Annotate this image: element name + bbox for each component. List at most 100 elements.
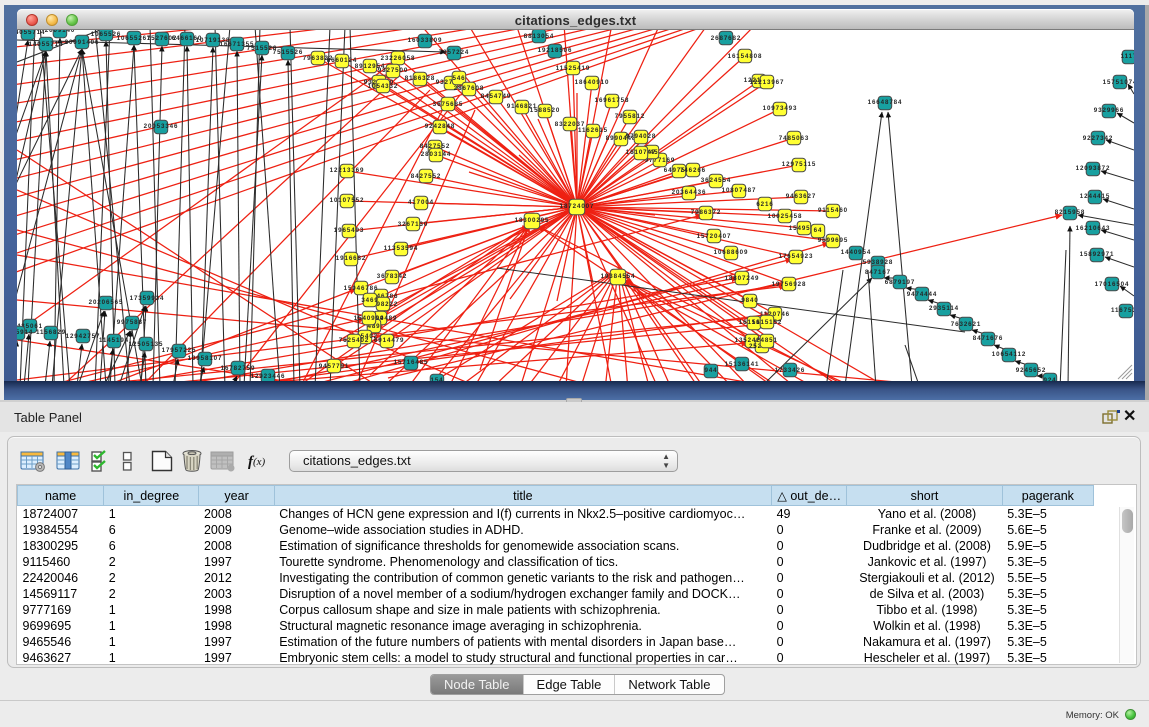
svg-text:417004: 417004 — [408, 199, 434, 206]
svg-text:8471676: 8471676 — [973, 335, 1003, 342]
svg-text:6879197: 6879197 — [885, 279, 915, 286]
svg-text:14055714: 14055714 — [29, 41, 64, 48]
svg-text:1244415: 1244415 — [1080, 193, 1110, 200]
svg-text:9245652: 9245652 — [1016, 367, 1046, 374]
svg-text:16154808: 16154808 — [728, 53, 763, 60]
svg-text:15136141: 15136141 — [725, 361, 760, 368]
svg-text:8660124: 8660124 — [327, 57, 357, 64]
svg-text:14055714: 14055714 — [17, 30, 45, 36]
svg-text:17016504: 17016504 — [1095, 281, 1130, 288]
svg-text:20091406: 20091406 — [65, 39, 100, 46]
svg-text:2803144: 2803144 — [421, 151, 451, 158]
svg-text:8215958: 8215958 — [1055, 209, 1085, 216]
svg-text:9474444: 9474444 — [907, 291, 937, 298]
svg-text:11353594: 11353594 — [384, 245, 418, 252]
svg-text:10688609: 10688609 — [714, 249, 749, 256]
svg-text:20364436: 20364436 — [672, 189, 707, 196]
svg-text:8186328: 8186328 — [405, 75, 435, 82]
svg-text:1167534: 1167534 — [1111, 307, 1134, 314]
svg-text:12505135: 12505135 — [129, 341, 164, 348]
svg-text:19756928: 19756928 — [772, 281, 807, 288]
svg-text:20053346: 20053346 — [144, 123, 179, 130]
svg-text:1916682: 1916682 — [336, 255, 366, 262]
svg-text:9227342: 9227342 — [1083, 135, 1113, 142]
svg-text:2935114: 2935114 — [929, 305, 959, 312]
svg-text:9699695: 9699695 — [818, 237, 848, 244]
svg-text:2687682: 2687682 — [711, 35, 741, 42]
svg-text:10025458: 10025458 — [768, 213, 803, 220]
svg-text:8427552: 8427552 — [411, 173, 441, 180]
svg-text:1145194: 1145194 — [99, 337, 129, 344]
svg-text:1162615: 1162615 — [578, 127, 608, 134]
svg-text:15046786: 15046786 — [344, 285, 379, 292]
svg-text:16961758: 16961758 — [595, 97, 630, 104]
svg-text:12213967: 12213967 — [750, 79, 785, 86]
svg-text:1965493: 1965493 — [334, 227, 364, 234]
svg-text:2867608: 2867608 — [454, 85, 484, 92]
svg-text:6216: 6216 — [756, 201, 773, 208]
svg-text:3915914: 3915914 — [17, 329, 33, 336]
svg-text:15716485: 15716485 — [394, 359, 429, 366]
svg-text:12093872: 12093872 — [1076, 165, 1111, 172]
svg-text:3675685: 3675685 — [433, 101, 463, 108]
svg-text:9463627: 9463627 — [786, 193, 816, 200]
svg-text:10973493: 10973493 — [763, 105, 798, 112]
svg-text:16648784: 16648784 — [868, 99, 903, 106]
svg-text:3624554: 3624554 — [701, 177, 731, 184]
svg-text:16782759: 16782759 — [221, 365, 256, 372]
svg-text:1588520: 1588520 — [530, 107, 560, 114]
svg-text:1156829: 1156829 — [36, 329, 66, 336]
svg-text:19384554: 19384554 — [601, 273, 636, 280]
svg-text:17359934: 17359934 — [130, 295, 165, 302]
svg-text:3469: 3469 — [361, 297, 378, 304]
svg-text:1733426: 1733426 — [775, 367, 805, 374]
svg-text:9840: 9840 — [741, 297, 758, 304]
svg-text:9327500: 9327500 — [378, 67, 408, 74]
svg-text:17654923: 17654923 — [779, 253, 814, 260]
svg-text:9457791: 9457791 — [319, 363, 349, 370]
svg-text:9329966: 9329966 — [1094, 107, 1124, 114]
svg-text:19218506: 19218506 — [538, 47, 573, 54]
svg-text:8454749: 8454749 — [481, 93, 511, 100]
svg-text:7986372: 7986372 — [691, 209, 721, 216]
svg-text:7357224: 7357224 — [439, 49, 469, 56]
svg-text:18640910: 18640910 — [575, 79, 610, 86]
svg-text:154: 154 — [430, 377, 443, 381]
svg-text:18807249: 18807249 — [725, 275, 760, 282]
svg-text:16210643: 16210643 — [1076, 225, 1111, 232]
svg-text:(x): (x) — [253, 456, 266, 468]
svg-text:746266: 746266 — [680, 167, 706, 174]
svg-text:18724007: 18724007 — [560, 203, 595, 210]
svg-text:8813054: 8813054 — [524, 33, 554, 40]
svg-text:10654112: 10654112 — [992, 351, 1026, 358]
svg-text:12213369: 12213369 — [330, 167, 365, 174]
svg-text:16033809: 16033809 — [408, 37, 443, 44]
svg-text:12923446: 12923446 — [251, 373, 286, 380]
svg-text:18300295: 18300295 — [515, 217, 550, 224]
svg-text:20206565: 20206565 — [89, 299, 124, 306]
svg-text:15720407: 15720407 — [697, 233, 732, 240]
svg-text:1540994: 1540994 — [354, 315, 384, 322]
svg-text:546: 546 — [452, 75, 465, 82]
svg-text:1054332: 1054332 — [368, 83, 398, 90]
svg-text:9975887: 9975887 — [117, 319, 147, 326]
svg-text:7625402: 7625402 — [339, 337, 369, 344]
svg-text:2009140: 2009140 — [45, 30, 75, 34]
svg-text:10107552: 10107552 — [330, 197, 365, 204]
svg-text:1610747: 1610747 — [626, 149, 656, 156]
svg-text:944: 944 — [704, 367, 717, 374]
svg-text:7955812: 7955812 — [615, 113, 645, 120]
svg-text:847167: 847167 — [865, 269, 891, 276]
svg-text:10807487: 10807487 — [722, 187, 757, 194]
svg-text:10958107: 10958107 — [188, 355, 223, 362]
svg-text:23226058: 23226058 — [381, 55, 416, 62]
svg-text:24851: 24851 — [756, 337, 778, 344]
svg-text:3267130: 3267130 — [398, 221, 428, 228]
svg-text:9242848: 9242848 — [425, 123, 455, 130]
svg-text:1440954: 1440954 — [841, 249, 871, 256]
svg-text:9115460: 9115460 — [818, 207, 848, 214]
svg-text:15892971: 15892971 — [1080, 251, 1115, 258]
svg-text:12942757: 12942757 — [66, 333, 101, 340]
svg-text:3678342: 3678342 — [377, 273, 407, 280]
svg-text:9794028: 9794028 — [626, 133, 656, 140]
